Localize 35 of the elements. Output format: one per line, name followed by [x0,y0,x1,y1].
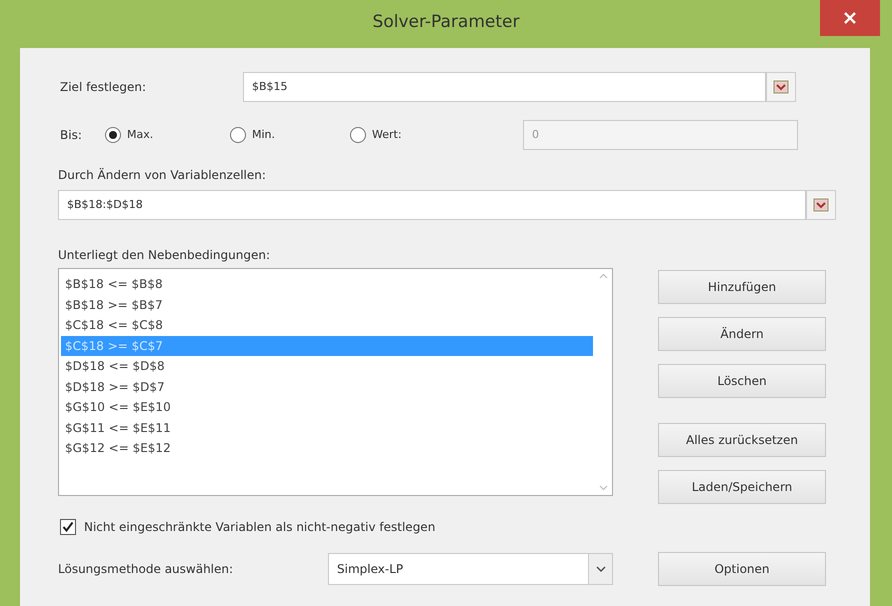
method-dropdown[interactable]: Simplex-LP [328,553,613,585]
variables-label: Durch Ändern von Variablenzellen: [58,167,266,184]
radio-button[interactable]: Max. [105,126,230,144]
radio-button[interactable]: Min. [230,126,350,144]
cell-reference-button[interactable] [766,72,796,102]
variables-field[interactable]: $B$18:$D$18 [58,190,806,220]
objective-label: Ziel festlegen: [60,79,148,96]
constraint-item[interactable]: $G$10 <= $E$10 [61,397,593,418]
constraint-item[interactable]: $G$11 <= $E$11 [61,418,593,438]
window-title: Solver-Parameter [372,11,520,34]
cell-reference-button[interactable] [806,190,836,220]
constraint-item[interactable]: $D$18 >= $D$7 [61,376,593,397]
action-button[interactable]: Laden/Speichern [658,470,826,504]
constraints-label: Unterliegt den Nebenbedingungen: [58,247,270,264]
radio-button[interactable]: Wert: [350,126,520,144]
action-button[interactable]: Alles zurücksetzen [658,423,826,457]
chevron-down-icon [596,566,606,572]
close-icon [844,12,856,24]
collapse-dialog-icon [813,198,829,212]
constraint-item[interactable]: $B$18 >= $B$7 [61,294,593,315]
constraint-item[interactable]: $B$18 <= $B$8 [61,274,593,294]
constraint-item[interactable]: $D$18 <= $D$8 [61,356,593,376]
action-button[interactable]: Ändern [658,317,826,351]
close-button[interactable] [820,0,880,36]
options-button[interactable]: Optionen [658,552,826,586]
constraint-item[interactable]: $G$12 <= $E$12 [61,438,593,458]
objective-field[interactable]: $B$15 [243,72,766,102]
constraint-item[interactable]: $C$18 <= $C$8 [61,315,593,336]
checkbox[interactable] [60,519,76,535]
checkbox-label: Nicht eingeschränkte Variablen als nicht-negativ festlegen [84,519,436,536]
action-button[interactable]: Hinzufügen [658,270,826,304]
to-label: Bis: [60,127,83,144]
collapse-dialog-icon [773,80,789,94]
action-button[interactable]: Löschen [658,364,826,398]
method-label: Lösungsmethode auswählen: [58,561,234,578]
